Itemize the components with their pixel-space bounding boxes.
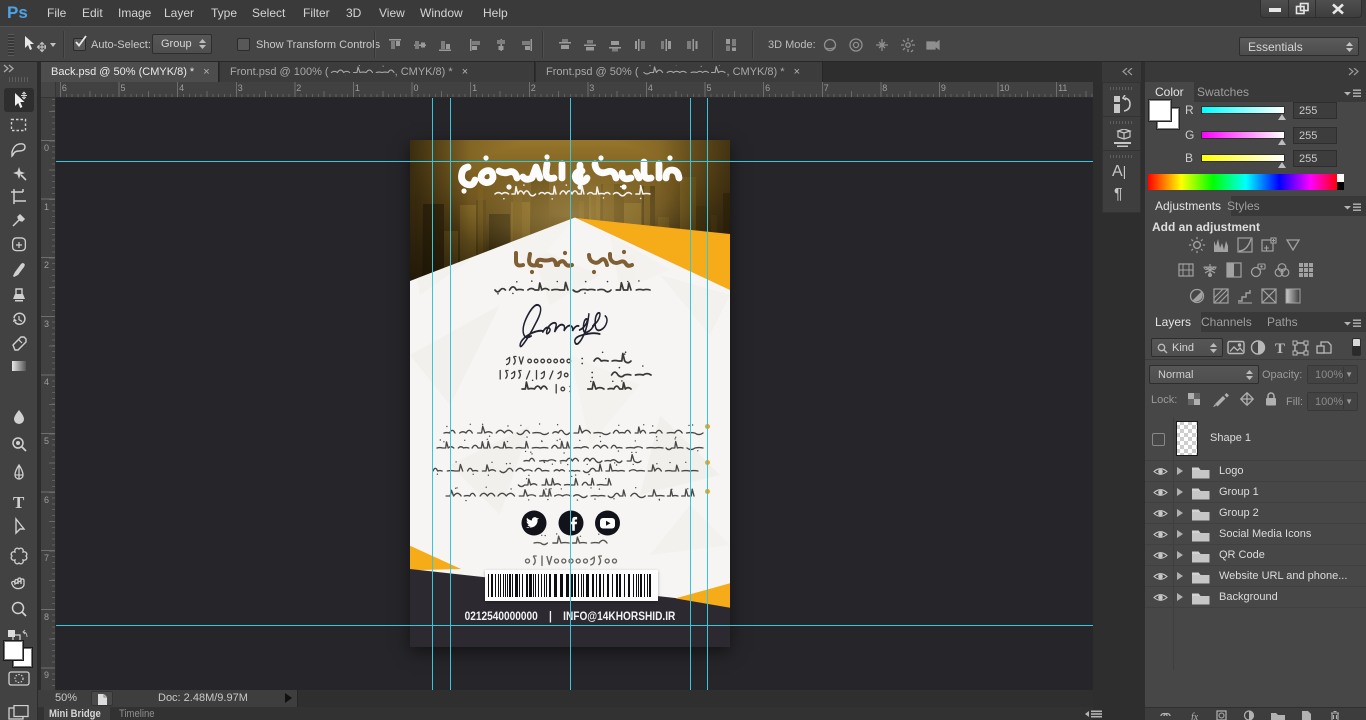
svg-text:T: T: [13, 493, 25, 512]
svg-text:T: T: [1275, 341, 1285, 356]
svg-text:fx: fx: [1191, 712, 1199, 720]
